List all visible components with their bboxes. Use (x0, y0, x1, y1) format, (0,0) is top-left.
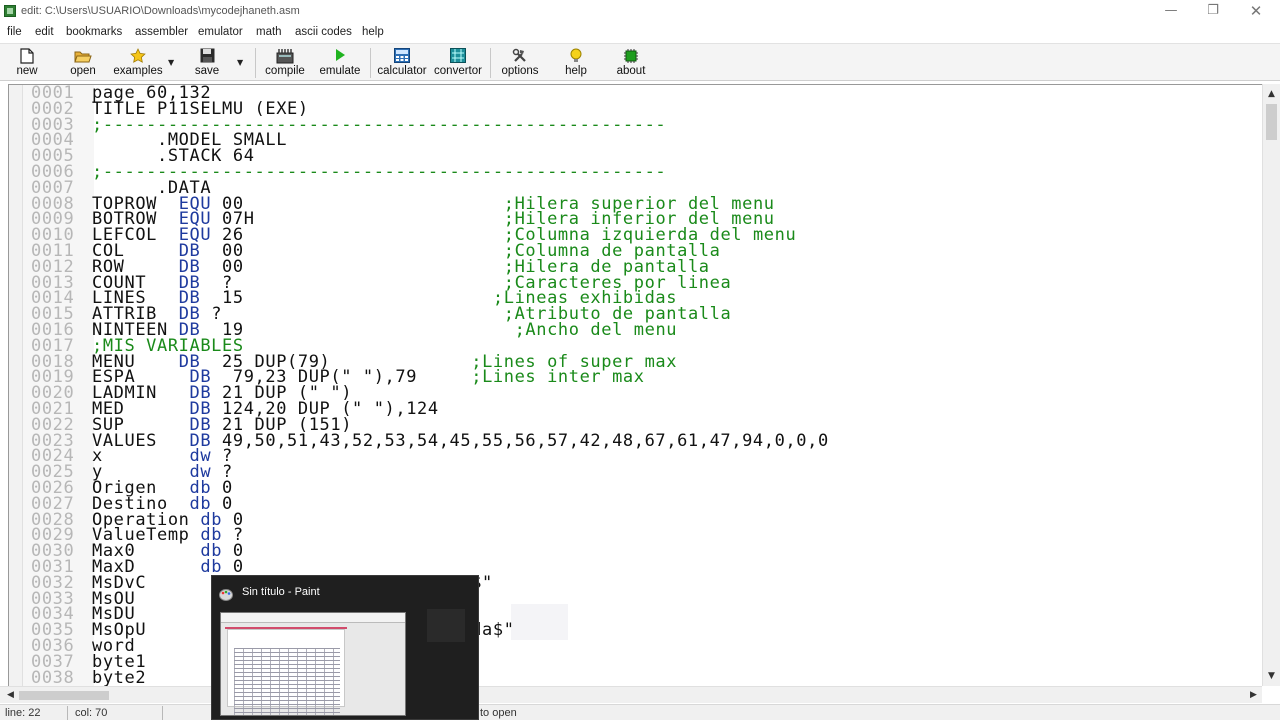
toolbar-separator (255, 48, 256, 78)
title-bar: edit: C:\Users\USUARIO\Downloads\mycodej… (0, 0, 1280, 23)
examples-button[interactable]: examples (112, 46, 164, 80)
line-number: 0038 (31, 667, 75, 686)
vertical-scrollbar[interactable]: ▲ ▼ (1262, 84, 1280, 686)
code-line[interactable]: 0038 byte2 (9, 667, 1262, 686)
convertor-button[interactable]: convertor (433, 46, 483, 80)
calculator-button[interactable]: calculator (376, 46, 428, 80)
options-button[interactable]: options (498, 46, 542, 80)
status-separator (162, 706, 163, 720)
compile-button[interactable]: compile (262, 46, 308, 80)
menu-help[interactable]: help (362, 26, 384, 38)
code-line[interactable]: 0036 word (9, 638, 1262, 655)
floppy-disk-icon (198, 48, 216, 64)
chip-icon (622, 48, 640, 64)
new-file-icon (18, 48, 36, 64)
menu-bar: file edit bookmarks assembler emulator m… (0, 23, 1280, 43)
vertical-scroll-thumb[interactable] (1266, 104, 1277, 140)
open-button[interactable]: open (66, 46, 100, 80)
status-bar: line: 22 col: 70 to open (0, 704, 1280, 720)
calculator-icon (393, 48, 411, 64)
code-line[interactable]: 0037 byte1 (9, 653, 1262, 670)
emulate-button[interactable]: emulate (316, 46, 364, 80)
code-token: byte2 (92, 667, 147, 686)
menu-bookmarks[interactable]: bookmarks (66, 26, 122, 38)
convertor-icon (449, 48, 467, 64)
help-bulb-icon (567, 48, 585, 64)
toolbar-separator (490, 48, 491, 78)
star-icon (129, 48, 147, 64)
menu-edit[interactable]: edit (35, 26, 54, 38)
status-col: col: 70 (75, 707, 108, 719)
scroll-up-icon[interactable]: ▲ (1263, 86, 1280, 103)
open-folder-icon (74, 48, 92, 64)
scroll-down-icon[interactable]: ▼ (1263, 668, 1280, 685)
status-separator (67, 706, 68, 720)
menu-math[interactable]: math (256, 26, 282, 38)
code-line[interactable]: 0035 MsOpU ida$" (9, 622, 1262, 639)
about-button[interactable]: about (612, 46, 650, 80)
code-editor[interactable]: 0001 page 60,132 0002 TITLE P11SELMU (EXE) 0… (8, 84, 1262, 686)
preview-table-image (234, 648, 340, 715)
toolbar: new open examples ▼ save ▼ compile emula… (0, 43, 1280, 81)
save-dropdown-icon[interactable]: ▼ (237, 58, 243, 67)
horizontal-scroll-thumb[interactable] (19, 691, 109, 700)
menu-assembler[interactable]: assembler (135, 26, 188, 38)
save-button[interactable]: save (190, 46, 224, 80)
paint-icon (219, 586, 233, 601)
status-line: line: 22 (5, 707, 41, 719)
examples-dropdown-icon[interactable]: ▼ (168, 58, 174, 67)
hover-highlight (511, 604, 568, 640)
help-button[interactable]: help (560, 46, 592, 80)
tools-icon (511, 48, 529, 64)
toolbar-separator (370, 48, 371, 78)
paint-window-preview[interactable] (220, 612, 406, 716)
window-title: edit: C:\Users\USUARIO\Downloads\mycodej… (21, 5, 300, 17)
new-button[interactable]: new (10, 46, 44, 80)
popup-title: Sin título - Paint (242, 586, 320, 598)
menu-ascii-codes[interactable]: ascii codes (295, 26, 352, 38)
preview-canvas (227, 629, 345, 715)
popup-placeholder (427, 609, 465, 642)
menu-emulator[interactable]: emulator (198, 26, 243, 38)
menu-file[interactable]: file (7, 26, 22, 38)
status-hint: to open (480, 707, 517, 719)
compile-icon (276, 48, 294, 64)
code-text[interactable]: byte2 (92, 667, 147, 686)
scroll-right-icon[interactable]: ▶ (1245, 687, 1262, 704)
close-button[interactable]: ✕ (1233, 0, 1279, 23)
preview-ribbon (221, 613, 405, 623)
play-icon (331, 48, 349, 64)
scroll-left-icon[interactable]: ◀ (2, 687, 19, 704)
minimize-button[interactable]: — (1148, 0, 1194, 23)
horizontal-scrollbar[interactable]: ◀ ▶ (0, 686, 1262, 703)
maximize-button[interactable]: ❐ (1190, 0, 1236, 23)
paint-thumbnail-popup[interactable]: Sin título - Paint (211, 575, 479, 720)
app-icon (4, 5, 16, 17)
